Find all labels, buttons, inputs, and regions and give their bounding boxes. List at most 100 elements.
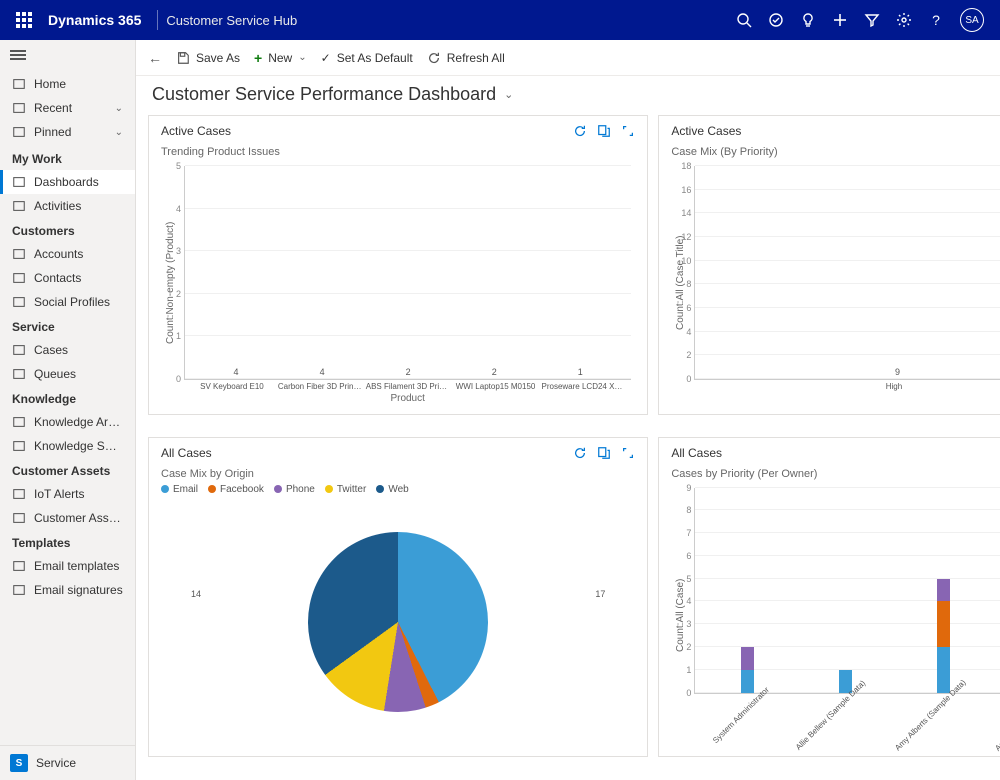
dashboard-grid: Active Cases Trending Product Issues Cou… [136, 115, 1000, 780]
nav-icon [12, 487, 26, 501]
nav-icon [12, 175, 26, 189]
site-map-sidebar: HomeRecent⌄Pinned⌄ My WorkDashboardsActi… [0, 40, 136, 780]
nav-item-activities[interactable]: Activities [0, 194, 135, 218]
nav-group-title: My Work [0, 146, 135, 170]
chevron-down-icon: ⌄ [298, 52, 306, 63]
expand-icon[interactable] [621, 446, 635, 460]
nav-item-email-templates[interactable]: Email templates [0, 554, 135, 578]
legend-item[interactable]: Web [376, 484, 408, 495]
nav-item-accounts[interactable]: Accounts [0, 242, 135, 266]
bar[interactable] [741, 488, 754, 693]
card-title: Active Cases [671, 124, 741, 138]
settings-icon[interactable] [888, 0, 920, 40]
task-icon[interactable] [760, 0, 792, 40]
user-avatar[interactable]: SA [960, 8, 984, 32]
nav-group-title: Customers [0, 218, 135, 242]
area-label: Service [36, 756, 76, 770]
check-icon: ✓ [321, 51, 331, 65]
lightbulb-icon[interactable] [792, 0, 824, 40]
nav-item-knowledge-articles[interactable]: Knowledge Articles [0, 410, 135, 434]
nav-icon [12, 77, 26, 91]
app-name[interactable]: Customer Service Hub [166, 13, 297, 28]
nav-item-iot-alerts[interactable]: IoT Alerts [0, 482, 135, 506]
nav-group-title: Customer Assets [0, 458, 135, 482]
global-nav-bar: Dynamics 365 Customer Service Hub ? SA [0, 0, 1000, 40]
refresh-all-button[interactable]: Refresh All [427, 51, 505, 65]
product-name[interactable]: Dynamics 365 [40, 12, 149, 28]
card-title: All Cases [161, 446, 212, 460]
save-icon [176, 51, 190, 65]
back-button[interactable]: ← [148, 50, 162, 66]
divider [157, 10, 158, 30]
nav-item-email-signatures[interactable]: Email signatures [0, 578, 135, 602]
card-active-cases-products: Active Cases Trending Product Issues Cou… [148, 115, 648, 415]
records-icon[interactable] [597, 124, 611, 138]
refresh-icon[interactable] [573, 446, 587, 460]
nav-icon [12, 559, 26, 573]
filter-icon[interactable] [856, 0, 888, 40]
bar[interactable] [937, 488, 950, 693]
nav-icon [12, 511, 26, 525]
chart-title: Trending Product Issues [161, 146, 635, 158]
nav-icon [12, 199, 26, 213]
nav-item-pinned[interactable]: Pinned⌄ [0, 120, 135, 144]
nav-icon [12, 343, 26, 357]
chevron-down-icon: ⌄ [504, 88, 513, 101]
nav-item-social-profiles[interactable]: Social Profiles [0, 290, 135, 314]
records-icon[interactable] [597, 446, 611, 460]
x-axis-label: Priority [690, 393, 1000, 404]
search-icon[interactable] [728, 0, 760, 40]
add-icon[interactable] [824, 0, 856, 40]
app-launcher-button[interactable] [8, 12, 40, 28]
new-button[interactable]: +New⌄ [254, 50, 307, 66]
y-axis-label: Count:Non-empty (Product) [161, 162, 180, 404]
nav-group-title: Service [0, 314, 135, 338]
chevron-down-icon: ⌄ [115, 127, 123, 138]
nav-item-queues[interactable]: Queues [0, 362, 135, 386]
pie-chart[interactable] [308, 532, 488, 712]
nav-group-title: Knowledge [0, 386, 135, 410]
x-axis-label: Product [180, 393, 635, 404]
nav-icon [12, 439, 26, 453]
nav-item-home[interactable]: Home [0, 72, 135, 96]
nav-item-knowledge-search[interactable]: Knowledge Search [0, 434, 135, 458]
chart-title: Case Mix (By Priority) [671, 146, 1000, 158]
nav-icon [12, 583, 26, 597]
set-default-button[interactable]: ✓Set As Default [321, 51, 413, 65]
expand-icon[interactable] [621, 124, 635, 138]
nav-icon [12, 295, 26, 309]
refresh-icon [427, 51, 441, 65]
nav-icon [12, 101, 26, 115]
bar[interactable] [839, 488, 852, 693]
legend-item[interactable]: Twitter [325, 484, 366, 495]
nav-icon [12, 247, 26, 261]
area-switcher[interactable]: S Service [0, 745, 135, 780]
nav-item-dashboards[interactable]: Dashboards [0, 170, 135, 194]
refresh-icon[interactable] [573, 124, 587, 138]
save-as-button[interactable]: Save As [176, 51, 240, 65]
y-axis-label: Count:All (Case) [671, 484, 690, 746]
nav-icon [12, 415, 26, 429]
legend-item[interactable]: Facebook [208, 484, 264, 495]
plus-icon: + [254, 50, 262, 66]
chart-title: Cases by Priority (Per Owner) [671, 468, 1000, 480]
nav-item-cases[interactable]: Cases [0, 338, 135, 362]
nav-icon [12, 271, 26, 285]
nav-item-recent[interactable]: Recent⌄ [0, 96, 135, 120]
nav-item-customer-assets[interactable]: Customer Assets [0, 506, 135, 530]
dashboard-selector[interactable]: Customer Service Performance Dashboard ⌄ [136, 76, 1000, 115]
collapse-sidebar-button[interactable] [0, 40, 135, 70]
card-title: All Cases [671, 446, 722, 460]
legend-item[interactable]: Phone [274, 484, 315, 495]
legend-item[interactable]: Email [161, 484, 198, 495]
command-bar: ← Save As +New⌄ ✓Set As Default Refresh … [136, 40, 1000, 76]
nav-icon [12, 367, 26, 381]
page-title: Customer Service Performance Dashboard [152, 84, 496, 105]
nav-icon [12, 125, 26, 139]
nav-item-contacts[interactable]: Contacts [0, 266, 135, 290]
card-all-cases-owner: All Cases Cases by Priority (Per Owner) … [658, 437, 1000, 757]
area-badge: S [10, 754, 28, 772]
nav-group-title: Templates [0, 530, 135, 554]
chart-title: Case Mix by Origin [161, 468, 635, 480]
help-icon[interactable]: ? [920, 0, 952, 40]
